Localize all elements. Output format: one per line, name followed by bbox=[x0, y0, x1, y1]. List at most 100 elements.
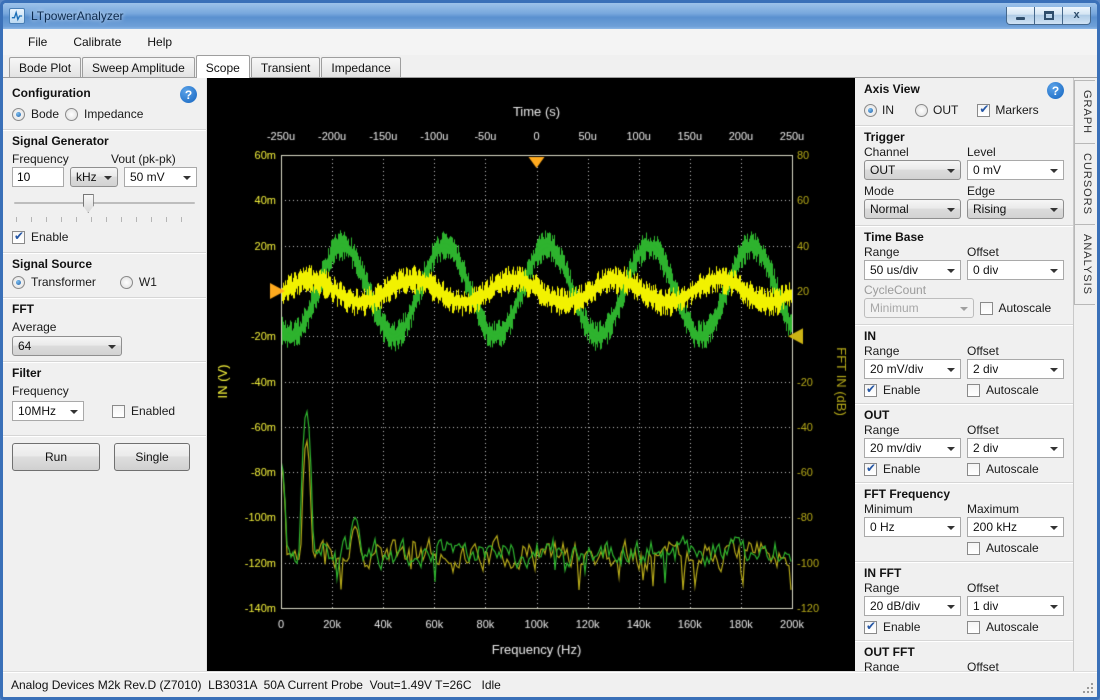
side-tab-graph[interactable]: GRAPH bbox=[1074, 80, 1095, 144]
chevron-down-icon bbox=[947, 269, 955, 273]
w1-radio-label: W1 bbox=[139, 275, 157, 289]
scope-plot-canvas[interactable] bbox=[207, 78, 855, 671]
tab-transient[interactable]: Transient bbox=[251, 57, 321, 77]
out-section: OUT Range Offset 20 mv/div 2 div Enable bbox=[855, 403, 1073, 482]
trigger-section: Trigger Channel Level OUT 0 mV Mode Edge bbox=[855, 125, 1073, 225]
out-autoscale-checkbox[interactable] bbox=[967, 463, 980, 476]
time-base-range-label: Range bbox=[864, 245, 961, 259]
time-base-title: Time Base bbox=[864, 230, 924, 244]
status-text: Analog Devices M2k Rev.D (Z7010) LB3031A… bbox=[11, 678, 501, 692]
chevron-down-icon bbox=[1050, 169, 1058, 173]
out-range-select[interactable]: 20 mv/div bbox=[864, 438, 961, 458]
trigger-mode-label: Mode bbox=[864, 184, 961, 198]
filter-frequency-select[interactable]: 10MHz bbox=[12, 401, 84, 421]
out-offset-select[interactable]: 2 div bbox=[967, 438, 1064, 458]
close-button[interactable]: x bbox=[1062, 7, 1091, 25]
w1-radio[interactable] bbox=[120, 276, 133, 289]
axis-view-section: Axis View ? IN OUT Markers bbox=[855, 78, 1073, 125]
tab-bode-plot[interactable]: Bode Plot bbox=[9, 57, 81, 77]
in-range-select[interactable]: 20 mV/div bbox=[864, 359, 961, 379]
fft-frequency-autoscale-checkbox[interactable] bbox=[967, 542, 980, 555]
average-select[interactable]: 64 bbox=[12, 336, 122, 356]
in-fft-autoscale-checkbox[interactable] bbox=[967, 621, 980, 634]
time-base-autoscale-label: Autoscale bbox=[999, 301, 1052, 315]
fft-maximum-select[interactable]: 200 kHz bbox=[967, 517, 1064, 537]
bode-radio-label: Bode bbox=[31, 107, 59, 121]
signal-source-title: Signal Source bbox=[12, 257, 92, 271]
tab-scope[interactable]: Scope bbox=[196, 55, 250, 78]
maximize-icon bbox=[1044, 11, 1054, 20]
in-fft-enable-checkbox[interactable] bbox=[864, 621, 877, 634]
transformer-radio[interactable] bbox=[12, 276, 25, 289]
trigger-channel-select[interactable]: OUT bbox=[864, 160, 961, 180]
maximize-button[interactable] bbox=[1034, 7, 1063, 25]
resize-grip-icon[interactable] bbox=[1081, 681, 1093, 693]
menu-file[interactable]: File bbox=[17, 31, 58, 53]
bode-radio[interactable] bbox=[12, 108, 25, 121]
side-tab-analysis[interactable]: ANALYSIS bbox=[1074, 224, 1095, 305]
markers-checkbox[interactable] bbox=[977, 104, 990, 117]
plot-area bbox=[207, 78, 855, 671]
in-fft-title: IN FFT bbox=[864, 566, 901, 580]
transformer-radio-label: Transformer bbox=[31, 275, 96, 289]
in-offset-select[interactable]: 2 div bbox=[967, 359, 1064, 379]
trigger-level-select[interactable]: 0 mV bbox=[967, 160, 1064, 180]
time-base-offset-select[interactable]: 0 div bbox=[967, 260, 1064, 280]
frequency-unit-select[interactable]: kHz bbox=[70, 167, 118, 187]
axis-in-radio[interactable] bbox=[864, 104, 877, 117]
vout-select[interactable]: 50 mV bbox=[124, 167, 197, 187]
impedance-radio-label: Impedance bbox=[84, 107, 143, 121]
slider-thumb[interactable] bbox=[83, 194, 94, 213]
in-fft-range-select[interactable]: 20 dB/div bbox=[864, 596, 961, 616]
tab-impedance[interactable]: Impedance bbox=[321, 57, 400, 77]
in-enable-label: Enable bbox=[883, 383, 920, 397]
side-tab-cursors[interactable]: CURSORS bbox=[1074, 143, 1095, 225]
markers-label: Markers bbox=[995, 103, 1038, 117]
trigger-title: Trigger bbox=[864, 130, 905, 144]
signal-generator-section: Signal Generator Frequency Vout (pk-pk) … bbox=[3, 129, 206, 252]
out-fft-range-label: Range bbox=[864, 660, 961, 671]
single-button[interactable]: Single bbox=[114, 443, 190, 471]
axis-out-radio[interactable] bbox=[915, 104, 928, 117]
frequency-input[interactable] bbox=[12, 167, 64, 187]
fft-minimum-select[interactable]: 0 Hz bbox=[864, 517, 961, 537]
tab-bar: Bode Plot Sweep Amplitude Scope Transien… bbox=[3, 55, 1097, 78]
in-fft-enable-label: Enable bbox=[883, 620, 920, 634]
time-base-autoscale-checkbox[interactable] bbox=[980, 302, 993, 315]
right-control-panel: Axis View ? IN OUT Markers Trigger Chann… bbox=[855, 78, 1073, 671]
minimize-button[interactable] bbox=[1006, 7, 1035, 25]
chevron-down-icon bbox=[104, 176, 112, 180]
impedance-radio[interactable] bbox=[65, 108, 78, 121]
time-base-offset-label: Offset bbox=[967, 245, 1064, 259]
filter-enabled-checkbox[interactable] bbox=[112, 405, 125, 418]
trigger-mode-select[interactable]: Normal bbox=[864, 199, 961, 219]
menu-calibrate[interactable]: Calibrate bbox=[62, 31, 132, 53]
run-button[interactable]: Run bbox=[12, 443, 100, 471]
generator-enable-checkbox[interactable] bbox=[12, 231, 25, 244]
slider-ticks bbox=[16, 217, 193, 222]
chevron-down-icon bbox=[960, 307, 968, 311]
fft-title: FFT bbox=[12, 302, 34, 316]
signal-generator-slider[interactable] bbox=[14, 193, 195, 215]
in-fft-offset-select[interactable]: 1 div bbox=[967, 596, 1064, 616]
trigger-edge-select[interactable]: Rising bbox=[967, 199, 1064, 219]
chevron-down-icon bbox=[1050, 368, 1058, 372]
help-icon[interactable]: ? bbox=[1047, 82, 1064, 99]
left-control-panel: Configuration ? Bode Impedance Signal Ge… bbox=[3, 78, 207, 671]
chevron-down-icon bbox=[108, 345, 116, 349]
in-autoscale-checkbox[interactable] bbox=[967, 384, 980, 397]
configuration-title: Configuration bbox=[12, 86, 91, 100]
in-title: IN bbox=[864, 329, 876, 343]
menu-help[interactable]: Help bbox=[136, 31, 183, 53]
tab-sweep-amplitude[interactable]: Sweep Amplitude bbox=[82, 57, 195, 77]
filter-section: Filter Frequency 10MHz Enabled bbox=[3, 361, 206, 429]
in-offset-label: Offset bbox=[967, 344, 1064, 358]
fft-minimum-label: Minimum bbox=[864, 502, 961, 516]
time-base-range-select[interactable]: 50 us/div bbox=[864, 260, 961, 280]
signal-generator-title: Signal Generator bbox=[12, 134, 109, 148]
help-icon[interactable]: ? bbox=[180, 86, 197, 103]
out-fft-offset-label: Offset bbox=[967, 660, 1064, 671]
in-enable-checkbox[interactable] bbox=[864, 384, 877, 397]
in-fft-offset-label: Offset bbox=[967, 581, 1064, 595]
out-enable-checkbox[interactable] bbox=[864, 463, 877, 476]
